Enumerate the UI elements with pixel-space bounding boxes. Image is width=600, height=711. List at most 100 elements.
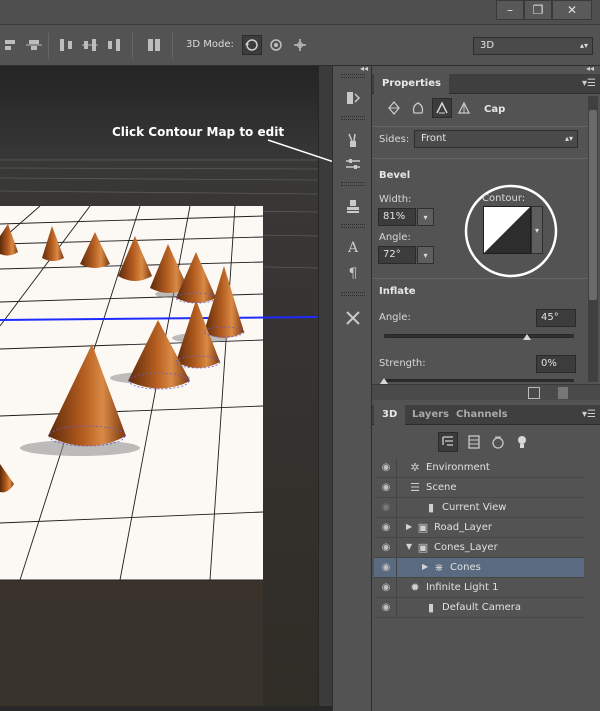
visibility-eye-icon[interactable]: ◉: [380, 602, 392, 614]
mesh-icon: ⋇: [434, 561, 444, 574]
bevel-header: Bevel: [379, 170, 411, 181]
strip-grip[interactable]: [341, 182, 365, 186]
angle-dropdown-button[interactable]: ▾: [417, 246, 434, 264]
row-separator: [396, 458, 397, 478]
material-filter-icon[interactable]: [490, 434, 506, 450]
camera-icon: ▮: [427, 601, 435, 614]
angle-field[interactable]: 72°: [378, 246, 416, 264]
visibility-eye-icon[interactable]: ◉: [380, 522, 392, 534]
inflate-angle-slider-thumb[interactable]: [522, 334, 531, 340]
scene-tree-row[interactable]: ◉ ▮ Current View: [374, 498, 584, 518]
light-filter-icon[interactable]: [514, 434, 530, 450]
clone-source-icon[interactable]: [343, 196, 363, 216]
section-divider: [372, 126, 590, 127]
cap-icon[interactable]: [432, 98, 452, 118]
properties-scroll-thumb[interactable]: [589, 110, 597, 300]
mesh-icon[interactable]: [386, 100, 402, 116]
scene-tree-row[interactable]: ◉ ▮ Default Camera: [374, 598, 584, 618]
scene-tree-row-label: Cones_Layer: [434, 542, 498, 553]
scene-tree-row-label: Scene: [426, 482, 457, 493]
scene-tree-row[interactable]: ◉ ✹ Infinite Light 1: [374, 578, 584, 598]
panel-dock: Properties ▾☰ ◂◂ ◂◂ Cap Sides: Front ▴▾ …: [360, 64, 600, 711]
visibility-eye-icon[interactable]: ◉: [380, 462, 392, 474]
panel-icon-strip: A ¶: [332, 66, 372, 711]
inflate-header: Inflate: [379, 286, 416, 297]
collapse-triangle-icon[interactable]: ▼: [406, 542, 412, 551]
paragraph-icon[interactable]: ¶: [343, 264, 363, 284]
row-separator: [396, 598, 397, 618]
width-label: Width:: [379, 194, 412, 205]
contour-label: Contour:: [482, 193, 526, 204]
row-separator: [396, 518, 397, 538]
folder-icon: ▣: [417, 541, 429, 554]
deform-icon[interactable]: [410, 100, 426, 116]
history-icon[interactable]: [343, 88, 363, 108]
expand-triangle-icon[interactable]: ▶: [406, 522, 412, 531]
sides-label: Sides:: [379, 134, 410, 145]
properties-scrollbar[interactable]: [588, 96, 598, 382]
properties-tabbar: Properties ▾☰: [372, 74, 600, 94]
adjustments-icon[interactable]: [343, 154, 363, 174]
mesh-filter-icon[interactable]: [466, 434, 482, 450]
tool-presets-icon[interactable]: [343, 308, 363, 328]
row-separator: [396, 538, 397, 558]
section-divider: [372, 278, 590, 279]
scene-tree-row-label: Default Camera: [442, 602, 521, 613]
tab-channels[interactable]: Channels: [448, 405, 516, 425]
scene-tree-row-label: Cones: [450, 562, 481, 573]
strip-grip[interactable]: [341, 292, 365, 296]
strip-grip[interactable]: [341, 74, 365, 78]
strength-slider[interactable]: [384, 379, 574, 382]
row-separator: [396, 578, 397, 598]
trash-icon[interactable]: [558, 387, 568, 399]
visibility-eye-icon[interactable]: ◉: [380, 562, 392, 574]
sides-select-value: Front: [421, 133, 447, 144]
properties-mode-label: Cap: [484, 104, 506, 115]
visibility-eye-icon[interactable]: ◉: [380, 502, 392, 514]
select-arrows-icon: ▴▾: [564, 134, 573, 143]
expand-triangle-icon[interactable]: ▶: [422, 562, 428, 571]
scene-tree-row[interactable]: ◉ ✲ Environment: [374, 458, 584, 478]
strength-field[interactable]: 0%: [536, 355, 576, 373]
folder-icon: ▣: [417, 521, 429, 534]
row-separator: [396, 478, 397, 498]
visibility-eye-icon[interactable]: ◉: [380, 482, 392, 494]
contour-map-swatch[interactable]: [483, 206, 531, 254]
brush-presets-icon[interactable]: [343, 130, 363, 150]
render-icon[interactable]: [528, 387, 540, 399]
visibility-eye-icon[interactable]: ◉: [380, 582, 392, 594]
contour-dropdown-button[interactable]: ▾: [531, 206, 543, 254]
properties-footer: [372, 384, 600, 400]
inflate-angle-field[interactable]: 45°: [536, 309, 576, 327]
strength-label: Strength:: [379, 358, 426, 369]
width-dropdown-button[interactable]: ▾: [417, 208, 434, 226]
strip-grip[interactable]: [341, 224, 365, 228]
coordinates-icon[interactable]: [456, 100, 472, 116]
tab-properties[interactable]: Properties: [374, 74, 449, 94]
scene-tree-row-label: Environment: [426, 462, 490, 473]
panel-menu-icon[interactable]: ▾☰: [582, 78, 596, 89]
section-divider: [372, 158, 590, 159]
visibility-eye-icon[interactable]: ◉: [380, 542, 392, 554]
panel-menu-icon[interactable]: ▾☰: [582, 409, 596, 420]
angle-label: Angle:: [379, 232, 411, 243]
scene-tree-row[interactable]: ◉ ☰ Scene: [374, 478, 584, 498]
scene-tree-row[interactable]: ◉ ▶ ▣ Road_Layer: [374, 518, 584, 538]
light-icon: ✹: [410, 581, 420, 594]
scene-tree-row[interactable]: ◉ ▶ ⋇ Cones: [374, 558, 584, 578]
collapse-panels-icon[interactable]: ◂◂: [586, 64, 594, 73]
layers-tabbar: 3D Layers Channels ▾☰: [372, 405, 600, 425]
camera-icon: ▮: [427, 501, 435, 514]
strip-grip[interactable]: [341, 116, 365, 120]
expand-strip-icon[interactable]: ◂◂: [360, 64, 368, 73]
sides-select[interactable]: Front ▴▾: [414, 130, 578, 148]
character-icon[interactable]: A: [343, 238, 363, 258]
inflate-angle-slider[interactable]: [384, 334, 574, 338]
width-field[interactable]: 81%: [378, 208, 416, 226]
scene-filter-icon[interactable]: [438, 432, 458, 452]
inflate-angle-label: Angle:: [379, 312, 411, 323]
scene-icon: ☰: [410, 481, 420, 494]
tab-3d[interactable]: 3D: [374, 405, 406, 425]
scene-tree-row[interactable]: ◉ ▼ ▣ Cones_Layer: [374, 538, 584, 558]
scene-tree-row-label: Road_Layer: [434, 522, 492, 533]
